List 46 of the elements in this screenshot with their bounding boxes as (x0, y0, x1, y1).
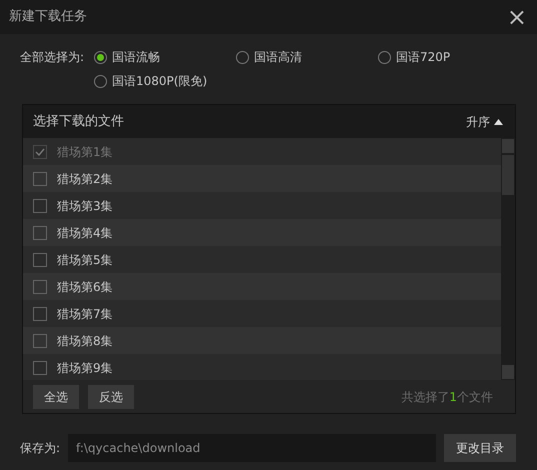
window-title: 新建下载任务 (9, 8, 87, 26)
file-name: 猎场第2集 (57, 170, 113, 188)
quality-option[interactable]: 国语高清 (236, 48, 378, 66)
file-row[interactable]: 猎场第3集 (23, 192, 501, 219)
radio-button[interactable] (236, 50, 249, 64)
quality-option[interactable]: 国语流畅 (94, 48, 236, 66)
checkbox[interactable] (33, 306, 47, 320)
checkbox[interactable] (33, 252, 47, 266)
file-row[interactable]: 猎场第9集 (23, 354, 501, 380)
file-name: 猎场第9集 (57, 360, 113, 376)
file-name: 猎场第7集 (57, 306, 113, 322)
checkbox[interactable] (33, 172, 47, 186)
path-field[interactable]: f:\qycache\download (68, 434, 436, 462)
file-name: 猎场第8集 (57, 332, 113, 350)
scrollbar[interactable] (501, 138, 515, 380)
file-row[interactable]: 猎场第7集 (23, 300, 501, 327)
radio-button[interactable] (378, 50, 391, 64)
checkbox[interactable] (33, 226, 47, 240)
quality-label: 全部选择为: (20, 49, 86, 66)
radio-button[interactable] (94, 50, 107, 64)
checkbox[interactable] (33, 198, 47, 212)
quality-option[interactable]: 国语720P (378, 48, 517, 66)
checkbox[interactable] (33, 280, 47, 294)
file-row[interactable]: 猎场第8集 (23, 327, 501, 354)
save-label: 保存为: (20, 440, 60, 457)
selection-summary: 共选择了 1个文件 (401, 389, 493, 406)
file-name: 猎场第4集 (57, 224, 113, 242)
file-row[interactable]: 猎场第2集 (23, 165, 501, 192)
file-name: 猎场第3集 (57, 198, 113, 214)
checkbox[interactable] (33, 334, 47, 348)
radio-button[interactable] (94, 74, 107, 88)
file-name: 猎场第6集 (57, 278, 113, 296)
panel-title: 选择下载的文件 (33, 112, 124, 131)
select-all-button[interactable]: 全选 (33, 385, 79, 409)
close-button[interactable]: × (504, 5, 529, 29)
quality-option[interactable]: 国语1080P(限免) (94, 72, 236, 90)
change-folder-button[interactable]: 更改目录 (444, 434, 516, 462)
checkbox[interactable] (33, 360, 47, 374)
caret-icon (494, 118, 503, 124)
sort-button[interactable]: 升序 (466, 112, 503, 130)
file-row[interactable]: 猎场第5集 (23, 246, 501, 273)
file-name: 猎场第1集 (57, 144, 113, 160)
file-row[interactable]: 猎场第6集 (23, 273, 501, 300)
file-row[interactable]: 猎场第4集 (23, 219, 501, 246)
invert-selection-button[interactable]: 反选 (88, 385, 134, 409)
file-name: 猎场第5集 (57, 252, 113, 268)
